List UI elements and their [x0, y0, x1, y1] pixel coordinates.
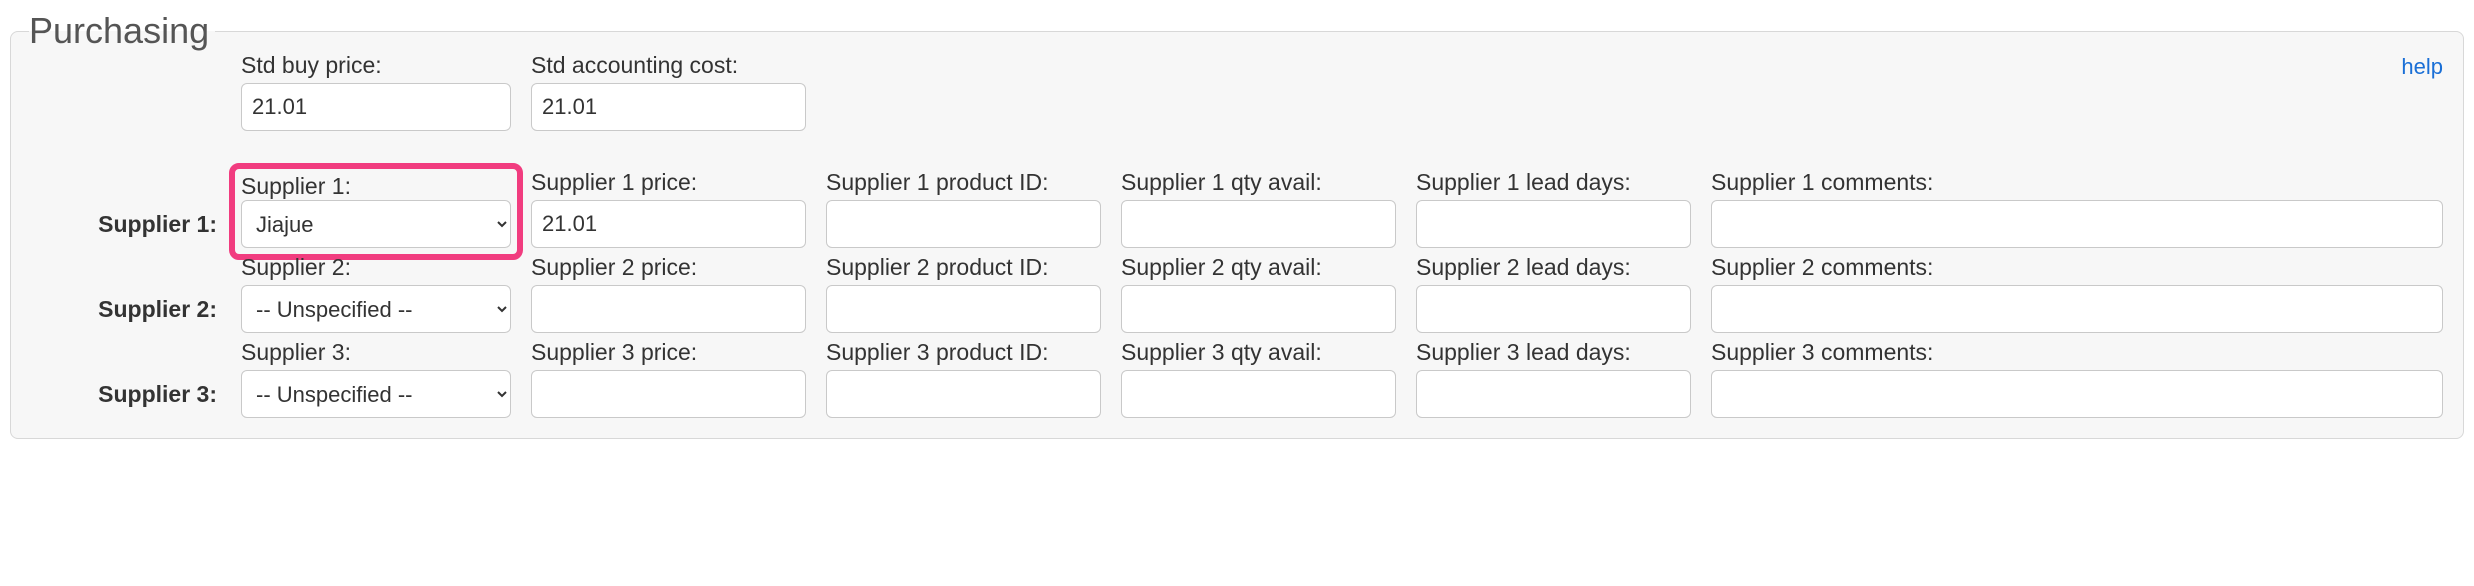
std-buy-price-cell: Std buy price:	[241, 52, 511, 131]
purchasing-panel: Purchasing help Std buy price: Std accou…	[10, 10, 2464, 439]
supplier-3-lead-days-label: Supplier 3 lead days:	[1416, 339, 1691, 366]
supplier-1-highlight: Supplier 1: Jiajue	[229, 163, 523, 260]
supplier-2-qty-avail-input[interactable]	[1121, 285, 1396, 333]
supplier-1-select[interactable]: Jiajue	[241, 200, 511, 248]
supplier-1-lead-days-cell: Supplier 1 lead days:	[1416, 169, 1691, 248]
supplier-3-comments-label: Supplier 3 comments:	[1711, 339, 2443, 366]
supplier-2-row-label: Supplier 2:	[31, 285, 221, 333]
supplier-3-price-input[interactable]	[531, 370, 806, 418]
supplier-2-comments-label: Supplier 2 comments:	[1711, 254, 2443, 281]
supplier-3-price-cell: Supplier 3 price:	[531, 339, 806, 418]
supplier-2-product-id-label: Supplier 2 product ID:	[826, 254, 1101, 281]
supplier-2-price-label: Supplier 2 price:	[531, 254, 806, 281]
supplier-3-product-id-input[interactable]	[826, 370, 1101, 418]
supplier-1-price-input[interactable]	[531, 200, 806, 248]
supplier-3-select-cell: Supplier 3: -- Unspecified --	[241, 339, 511, 418]
supplier-3-product-id-label: Supplier 3 product ID:	[826, 339, 1101, 366]
supplier-3-row-label: Supplier 3:	[31, 370, 221, 418]
supplier-1-comments-input[interactable]	[1711, 200, 2443, 248]
std-buy-price-input[interactable]	[241, 83, 511, 131]
supplier-2-label: Supplier 2:	[241, 254, 511, 281]
supplier-2-qty-avail-cell: Supplier 2 qty avail:	[1121, 254, 1396, 333]
supplier-3-price-label: Supplier 3 price:	[531, 339, 806, 366]
supplier-1-row-label: Supplier 1:	[31, 200, 221, 248]
supplier-1-comments-label: Supplier 1 comments:	[1711, 169, 2443, 196]
supplier-2-lead-days-cell: Supplier 2 lead days:	[1416, 254, 1691, 333]
std-accounting-cost-cell: Std accounting cost:	[531, 52, 806, 131]
supplier-3-comments-input[interactable]	[1711, 370, 2443, 418]
std-accounting-cost-label: Std accounting cost:	[531, 52, 806, 79]
supplier-3-qty-avail-label: Supplier 3 qty avail:	[1121, 339, 1396, 366]
supplier-2-product-id-cell: Supplier 2 product ID:	[826, 254, 1101, 333]
supplier-1-qty-avail-cell: Supplier 1 qty avail:	[1121, 169, 1396, 248]
supplier-2-price-cell: Supplier 2 price:	[531, 254, 806, 333]
supplier-3-label: Supplier 3:	[241, 339, 511, 366]
supplier-2-select[interactable]: -- Unspecified --	[241, 285, 511, 333]
supplier-1-qty-avail-input[interactable]	[1121, 200, 1396, 248]
supplier-1-price-label: Supplier 1 price:	[531, 169, 806, 196]
supplier-3-comments-cell: Supplier 3 comments:	[1711, 339, 2443, 418]
supplier-1-product-id-input[interactable]	[826, 200, 1101, 248]
supplier-1-label: Supplier 1:	[241, 173, 351, 199]
section-title: Purchasing	[29, 10, 215, 52]
help-link[interactable]: help	[2401, 54, 2443, 80]
std-accounting-cost-input[interactable]	[531, 83, 806, 131]
supplier-3-qty-avail-input[interactable]	[1121, 370, 1396, 418]
supplier-1-comments-cell: Supplier 1 comments:	[1711, 169, 2443, 248]
supplier-2-product-id-input[interactable]	[826, 285, 1101, 333]
supplier-3-qty-avail-cell: Supplier 3 qty avail:	[1121, 339, 1396, 418]
supplier-1-price-cell: Supplier 1 price:	[531, 169, 806, 248]
supplier-3-select[interactable]: -- Unspecified --	[241, 370, 511, 418]
supplier-2-lead-days-input[interactable]	[1416, 285, 1691, 333]
supplier-2-comments-input[interactable]	[1711, 285, 2443, 333]
supplier-3-product-id-cell: Supplier 3 product ID:	[826, 339, 1101, 418]
std-buy-price-label: Std buy price:	[241, 52, 511, 79]
supplier-2-comments-cell: Supplier 2 comments:	[1711, 254, 2443, 333]
supplier-1-lead-days-label: Supplier 1 lead days:	[1416, 169, 1691, 196]
supplier-2-lead-days-label: Supplier 2 lead days:	[1416, 254, 1691, 281]
supplier-1-qty-avail-label: Supplier 1 qty avail:	[1121, 169, 1396, 196]
supplier-1-lead-days-input[interactable]	[1416, 200, 1691, 248]
supplier-2-qty-avail-label: Supplier 2 qty avail:	[1121, 254, 1396, 281]
supplier-2-price-input[interactable]	[531, 285, 806, 333]
supplier-1-product-id-cell: Supplier 1 product ID:	[826, 169, 1101, 248]
supplier-3-lead-days-input[interactable]	[1416, 370, 1691, 418]
purchasing-grid: Std buy price: Std accounting cost: Supp…	[31, 52, 2443, 418]
supplier-3-lead-days-cell: Supplier 3 lead days:	[1416, 339, 1691, 418]
supplier-2-select-cell: Supplier 2: -- Unspecified --	[241, 254, 511, 333]
supplier-1-product-id-label: Supplier 1 product ID:	[826, 169, 1101, 196]
supplier-1-select-cell: Supplier 1: Jiajue	[241, 173, 511, 248]
